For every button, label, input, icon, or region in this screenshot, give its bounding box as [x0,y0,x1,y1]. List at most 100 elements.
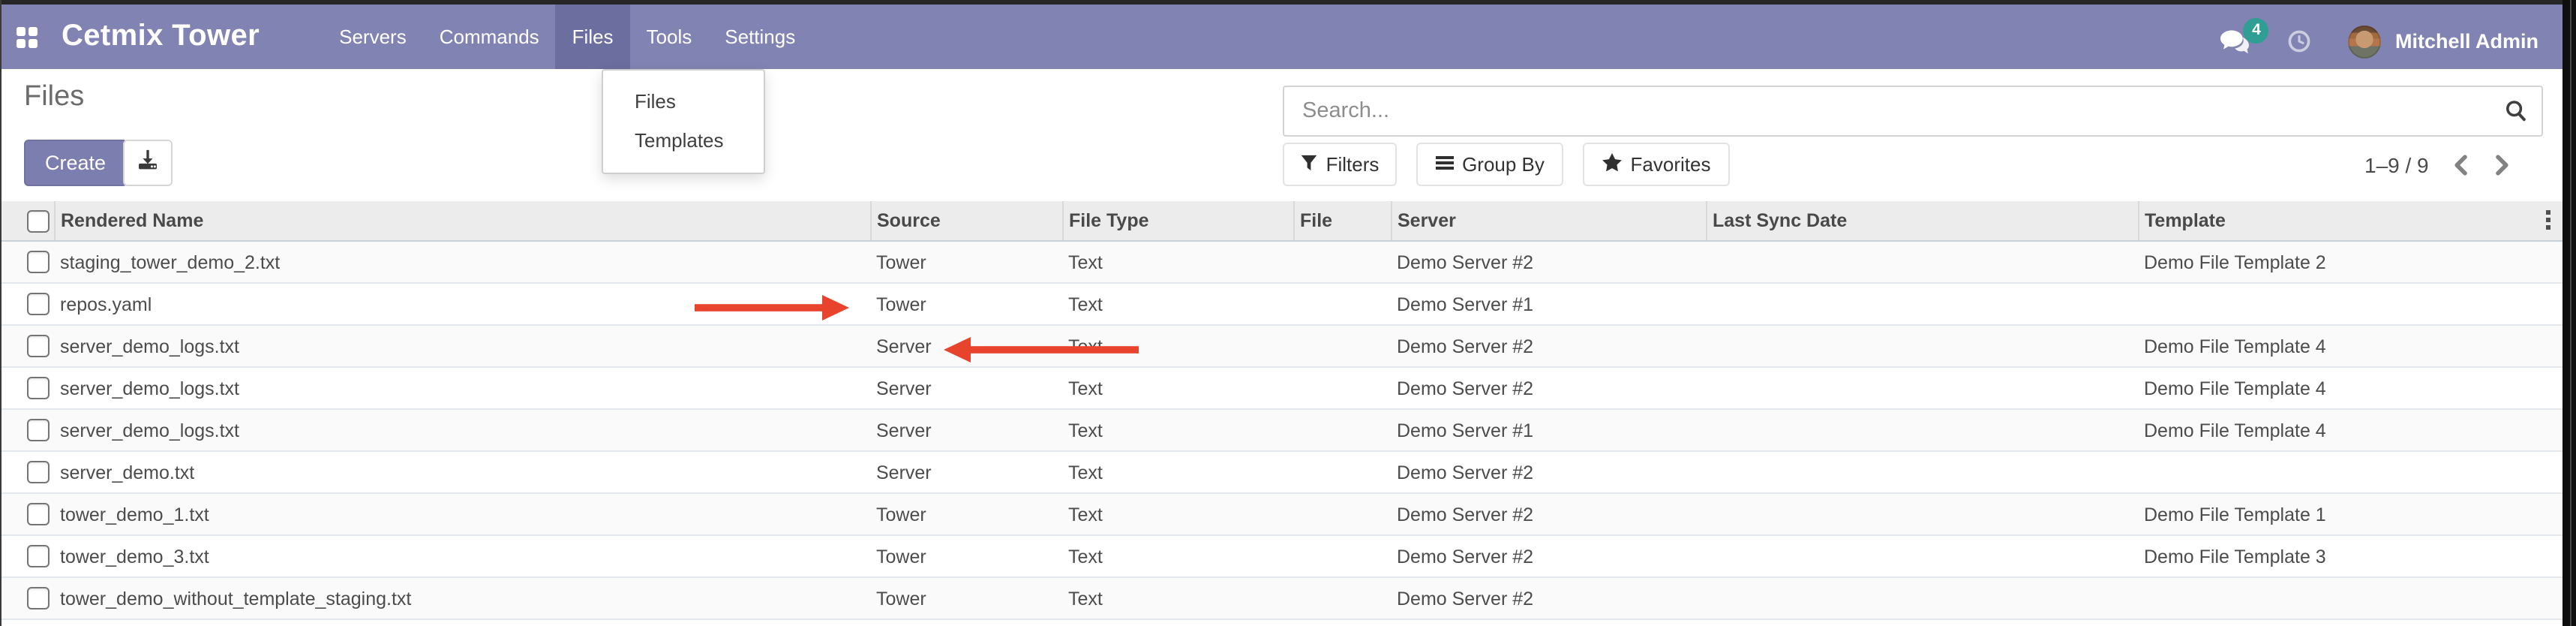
menu-item-settings[interactable]: Settings [708,5,812,69]
cell-template[interactable]: Demo File Template 4 [2138,325,2562,367]
cell-file-type[interactable]: Text [1062,241,1293,283]
cell-rendered-name[interactable]: tower_demo_1.txt [54,493,870,535]
cell-file[interactable] [1293,535,1391,577]
row-checkbox[interactable] [27,251,50,273]
column-header-template[interactable]: Template [2138,201,2562,241]
cell-server[interactable]: Demo Server #2 [1391,535,1706,577]
row-checkbox[interactable] [27,335,50,357]
pager-next-button[interactable] [2495,152,2513,176]
cell-template[interactable] [2138,577,2562,619]
cell-server[interactable]: Demo Server #2 [1391,325,1706,367]
cell-file[interactable] [1293,325,1391,367]
row-checkbox[interactable] [27,587,50,609]
row-checkbox[interactable] [27,503,50,525]
menu-item-tools[interactable]: Tools [630,5,709,69]
row-checkbox[interactable] [27,377,50,399]
user-menu[interactable]: Mitchell Admin [2395,30,2538,53]
menu-item-commands[interactable]: Commands [423,5,556,69]
cell-file[interactable] [1293,367,1391,409]
cell-source[interactable]: Server [870,451,1062,493]
cell-file[interactable] [1293,241,1391,283]
apps-grid-icon[interactable] [17,26,38,47]
group-by-button[interactable]: Group By [1416,143,1563,186]
filters-button[interactable]: Filters [1283,143,1397,186]
cell-template[interactable] [2138,283,2562,325]
column-header-server[interactable]: Server [1391,201,1706,241]
row-checkbox[interactable] [27,419,50,441]
cell-template[interactable]: Demo File Template 4 [2138,409,2562,451]
cell-rendered-name[interactable]: server_demo_logs.txt [54,409,870,451]
cell-file-type[interactable]: Text [1062,325,1293,367]
cell-file[interactable] [1293,451,1391,493]
cell-template[interactable]: Demo File Template 3 [2138,535,2562,577]
column-header-file[interactable]: File [1293,201,1391,241]
dropdown-item-files[interactable]: Files [603,83,764,122]
menu-item-files[interactable]: Files [556,5,630,69]
cell-last-sync-date[interactable] [1706,367,2138,409]
cell-rendered-name[interactable]: tower_demo_3.txt [54,535,870,577]
cell-source[interactable]: Tower [870,577,1062,619]
messages-button[interactable]: 4 [2221,29,2250,53]
activities-button[interactable] [2289,30,2311,53]
row-checkbox[interactable] [27,545,50,567]
cell-template[interactable]: Demo File Template 2 [2138,241,2562,283]
cell-last-sync-date[interactable] [1706,241,2138,283]
cell-source[interactable]: Tower [870,241,1062,283]
column-header-file-type[interactable]: File Type [1062,201,1293,241]
cell-rendered-name[interactable]: tower_demo_without_template_staging.txt [54,577,870,619]
column-header-last-sync-date[interactable]: Last Sync Date [1706,201,2138,241]
cell-last-sync-date[interactable] [1706,577,2138,619]
cell-source[interactable]: Tower [870,283,1062,325]
dropdown-item-templates[interactable]: Templates [603,122,764,161]
cell-server[interactable]: Demo Server #2 [1391,367,1706,409]
cell-last-sync-date[interactable] [1706,493,2138,535]
cell-server[interactable]: Demo Server #1 [1391,409,1706,451]
app-brand[interactable]: Cetmix Tower [62,20,260,54]
cell-template[interactable]: Demo File Template 1 [2138,493,2562,535]
cell-last-sync-date[interactable] [1706,409,2138,451]
cell-file[interactable] [1293,283,1391,325]
cell-file[interactable] [1293,409,1391,451]
cell-source[interactable]: Server [870,409,1062,451]
cell-file-type[interactable]: Text [1062,409,1293,451]
cell-server[interactable]: Demo Server #2 [1391,241,1706,283]
cell-source[interactable]: Server [870,325,1062,367]
cell-rendered-name[interactable]: staging_tower_demo_2.txt [54,241,870,283]
cell-file-type[interactable]: Text [1062,367,1293,409]
cell-rendered-name[interactable]: repos.yaml [54,283,870,325]
cell-last-sync-date[interactable] [1706,535,2138,577]
row-checkbox[interactable] [27,461,50,483]
cell-server[interactable]: Demo Server #2 [1391,493,1706,535]
menu-item-servers[interactable]: Servers [323,5,423,69]
row-checkbox[interactable] [27,293,50,315]
cell-file-type[interactable]: Text [1062,577,1293,619]
cell-source[interactable]: Tower [870,493,1062,535]
cell-file-type[interactable]: Text [1062,535,1293,577]
cell-file-type[interactable]: Text [1062,493,1293,535]
cell-file-type[interactable]: Text [1062,451,1293,493]
cell-last-sync-date[interactable] [1706,451,2138,493]
cell-source[interactable]: Server [870,367,1062,409]
search-input[interactable] [1284,87,2541,135]
pager-previous-button[interactable] [2453,152,2471,176]
cell-file[interactable] [1293,493,1391,535]
select-all-checkbox[interactable] [27,209,50,232]
cell-rendered-name[interactable]: server_demo_logs.txt [54,367,870,409]
cell-server[interactable]: Demo Server #2 [1391,577,1706,619]
cell-file[interactable] [1293,577,1391,619]
create-button[interactable]: Create [24,140,127,186]
cell-last-sync-date[interactable] [1706,283,2138,325]
cell-template[interactable] [2138,451,2562,493]
user-avatar[interactable] [2349,25,2382,58]
cell-server[interactable]: Demo Server #2 [1391,451,1706,493]
cell-template[interactable]: Demo File Template 4 [2138,367,2562,409]
favorites-button[interactable]: Favorites [1583,143,1730,186]
column-header-source[interactable]: Source [870,201,1062,241]
cell-rendered-name[interactable]: server_demo.txt [54,451,870,493]
search-icon[interactable] [2504,99,2528,123]
cell-last-sync-date[interactable] [1706,325,2138,367]
column-header-rendered-name[interactable]: Rendered Name [54,201,870,241]
optional-columns-toggle[interactable] [2546,210,2550,230]
cell-rendered-name[interactable]: server_demo_logs.txt [54,325,870,367]
cell-file-type[interactable]: Text [1062,283,1293,325]
